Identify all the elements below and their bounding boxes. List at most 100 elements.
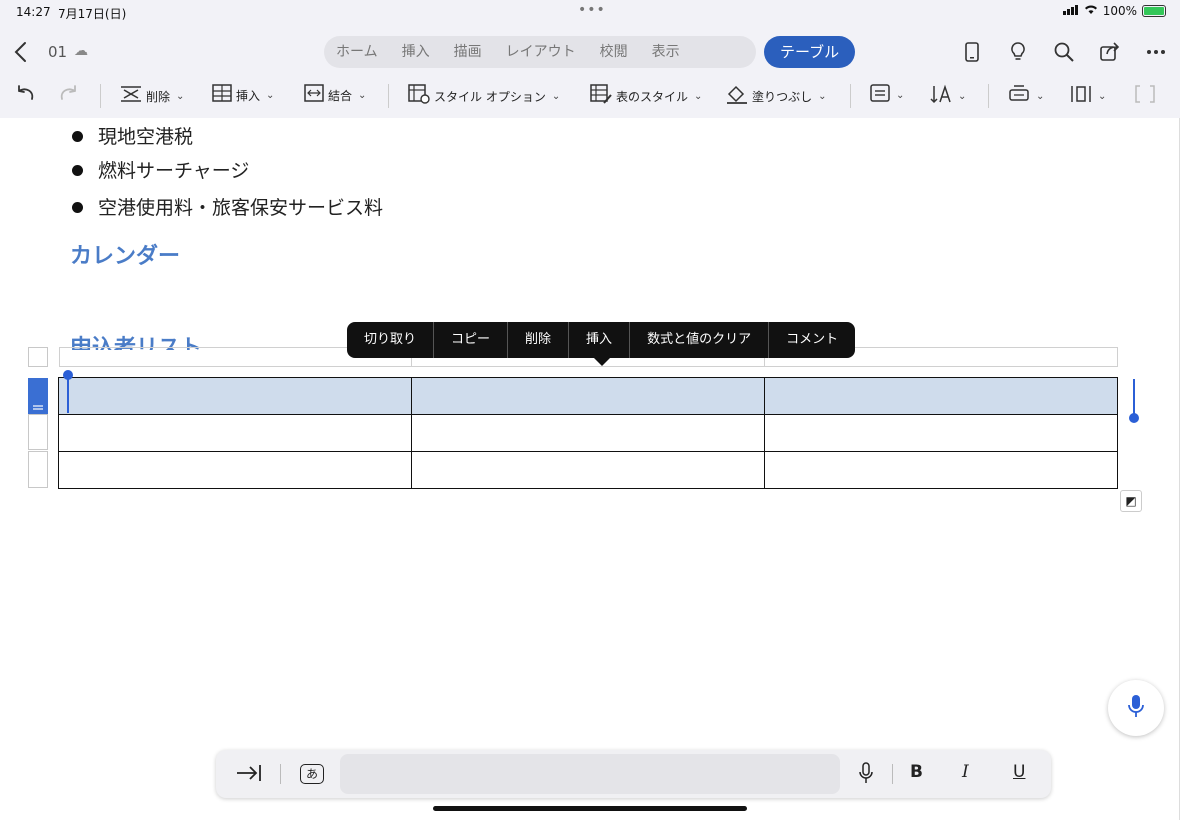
more-icon[interactable]: [1144, 40, 1168, 64]
table-cell[interactable]: [58, 451, 412, 489]
tab-review[interactable]: 校閲: [588, 36, 640, 68]
fill-dropdown[interactable]: 塗りつぶし ⌄: [726, 84, 827, 109]
multitasking-dots-icon[interactable]: •••: [578, 2, 606, 18]
autofit-button: [1134, 84, 1156, 109]
chevron-down-icon: ⌄: [694, 91, 703, 102]
tab-table[interactable]: テーブル: [764, 36, 856, 68]
tab-key-icon[interactable]: [236, 762, 262, 789]
merge-label: 結合: [328, 89, 353, 103]
row-selector[interactable]: [28, 451, 48, 488]
table-cell[interactable]: [58, 414, 412, 452]
column-width-dropdown[interactable]: ⌄: [1070, 84, 1106, 109]
alignment-dropdown[interactable]: ⌄: [870, 84, 904, 107]
undo-button[interactable]: [12, 84, 36, 106]
table-cell[interactable]: [764, 414, 1118, 452]
bullet-dot-icon: [72, 201, 83, 213]
context-menu-pointer: [594, 358, 610, 366]
device-icon[interactable]: [960, 40, 984, 64]
ribbon-divider: [100, 84, 101, 108]
bullet-text: 現地空港税: [98, 126, 194, 148]
menu-delete[interactable]: 削除: [508, 322, 570, 358]
row-selector[interactable]: [28, 414, 48, 450]
signal-icon: [1062, 4, 1079, 18]
document-canvas[interactable]: 現地空港税 燃料サーチャージ 空港使用料・旅客保安サービス料 カレンダー 申込者…: [0, 118, 1180, 820]
text-direction-dropdown[interactable]: ⌄: [930, 84, 966, 109]
style-options-label: スタイル オプション: [434, 90, 546, 104]
table-cell[interactable]: [411, 451, 765, 489]
bold-button[interactable]: B: [910, 762, 923, 782]
chevron-down-icon: ⌄: [896, 90, 905, 101]
chevron-down-icon: ⌄: [176, 91, 185, 102]
microphone-icon[interactable]: [858, 762, 874, 789]
microphone-icon: [1127, 694, 1145, 722]
tab-layout[interactable]: レイアウト: [494, 36, 588, 68]
search-icon[interactable]: [1052, 40, 1076, 64]
context-menu: 切り取り コピー 削除 挿入 数式と値のクリア コメント: [347, 322, 856, 358]
dictate-button[interactable]: [1108, 680, 1164, 736]
delete-dropdown[interactable]: 削除 ⌄: [120, 84, 184, 109]
menu-clear-formulas-values[interactable]: 数式と値のクリア: [630, 322, 770, 358]
bullet-item[interactable]: 現地空港税: [72, 122, 193, 149]
status-time: 14:27: [16, 5, 51, 19]
menu-cut[interactable]: 切り取り: [347, 322, 435, 358]
document-name[interactable]: 01: [48, 43, 67, 61]
table-cell-selected[interactable]: [58, 377, 412, 415]
row-selector[interactable]: [28, 347, 48, 367]
tab-home[interactable]: ホーム: [324, 36, 390, 68]
style-options-dropdown[interactable]: スタイル オプション ⌄: [408, 84, 560, 109]
row-height-icon: [1008, 84, 1030, 109]
table-cell[interactable]: [411, 414, 765, 452]
lightbulb-icon[interactable]: [1006, 40, 1030, 64]
home-indicator[interactable]: [433, 806, 747, 811]
toolbar-divider: [280, 764, 281, 784]
tab-insert[interactable]: 挿入: [390, 36, 442, 68]
chevron-down-icon: ⌄: [266, 90, 275, 101]
share-icon[interactable]: [1098, 40, 1122, 64]
table-cell[interactable]: [764, 451, 1118, 489]
insert-dropdown[interactable]: 挿入 ⌄: [212, 84, 274, 107]
formula-input-field[interactable]: [340, 754, 840, 794]
menu-insert[interactable]: 挿入: [569, 322, 631, 358]
tab-view[interactable]: 表示: [640, 36, 692, 68]
fill-label: 塗りつぶし: [752, 90, 813, 104]
selection-start-handle[interactable]: [63, 370, 73, 380]
row-selector-selected[interactable]: [28, 378, 48, 414]
bullet-dot-icon: [72, 130, 83, 142]
toolbar-divider: [892, 764, 893, 784]
ime-key-icon[interactable]: あ: [300, 764, 324, 784]
menu-copy[interactable]: コピー: [434, 322, 509, 358]
wifi-icon: [1084, 4, 1098, 18]
underline-button[interactable]: U: [1013, 762, 1025, 782]
chevron-down-icon: ⌄: [358, 90, 367, 101]
table-delete-icon: [120, 84, 142, 109]
table-cell-selected[interactable]: [411, 377, 765, 415]
keyboard-toolbar: あ B I U: [216, 750, 1051, 798]
table-resize-handle-icon[interactable]: ◩: [1120, 490, 1142, 512]
status-bar: 14:27 7月17日(日) ••• 100%: [0, 0, 1180, 24]
italic-button[interactable]: I: [962, 762, 969, 782]
table-styles-icon: [590, 84, 612, 109]
chevron-down-icon: ⌄: [1036, 91, 1045, 102]
battery-icon: [1142, 5, 1166, 17]
bullet-item[interactable]: 燃料サーチャージ: [72, 156, 249, 183]
selection-end-handle[interactable]: [1129, 413, 1139, 423]
text-align-icon: [870, 84, 890, 107]
battery-percent: 100%: [1102, 4, 1137, 18]
menu-comment[interactable]: コメント: [769, 322, 855, 358]
table-styles-dropdown[interactable]: 表のスタイル ⌄: [590, 84, 702, 109]
table-cell-selected[interactable]: [764, 377, 1118, 415]
bullet-text: 燃料サーチャージ: [98, 160, 250, 182]
ribbon-divider: [850, 84, 851, 108]
ribbon-divider: [988, 84, 989, 108]
bullet-item[interactable]: 空港使用料・旅客保安サービス料: [72, 193, 383, 220]
heading-calendar[interactable]: カレンダー: [70, 238, 180, 270]
redo-button[interactable]: [58, 84, 82, 106]
merge-dropdown[interactable]: 結合 ⌄: [304, 84, 366, 107]
status-indicators: 100%: [1062, 4, 1166, 18]
cloud-sync-icon: ☁: [74, 43, 88, 59]
back-button[interactable]: [10, 40, 32, 64]
table-styles-label: 表のスタイル: [616, 90, 689, 104]
row-height-dropdown[interactable]: ⌄: [1008, 84, 1044, 109]
tab-draw[interactable]: 描画: [442, 36, 494, 68]
column-width-icon: [1070, 84, 1092, 109]
